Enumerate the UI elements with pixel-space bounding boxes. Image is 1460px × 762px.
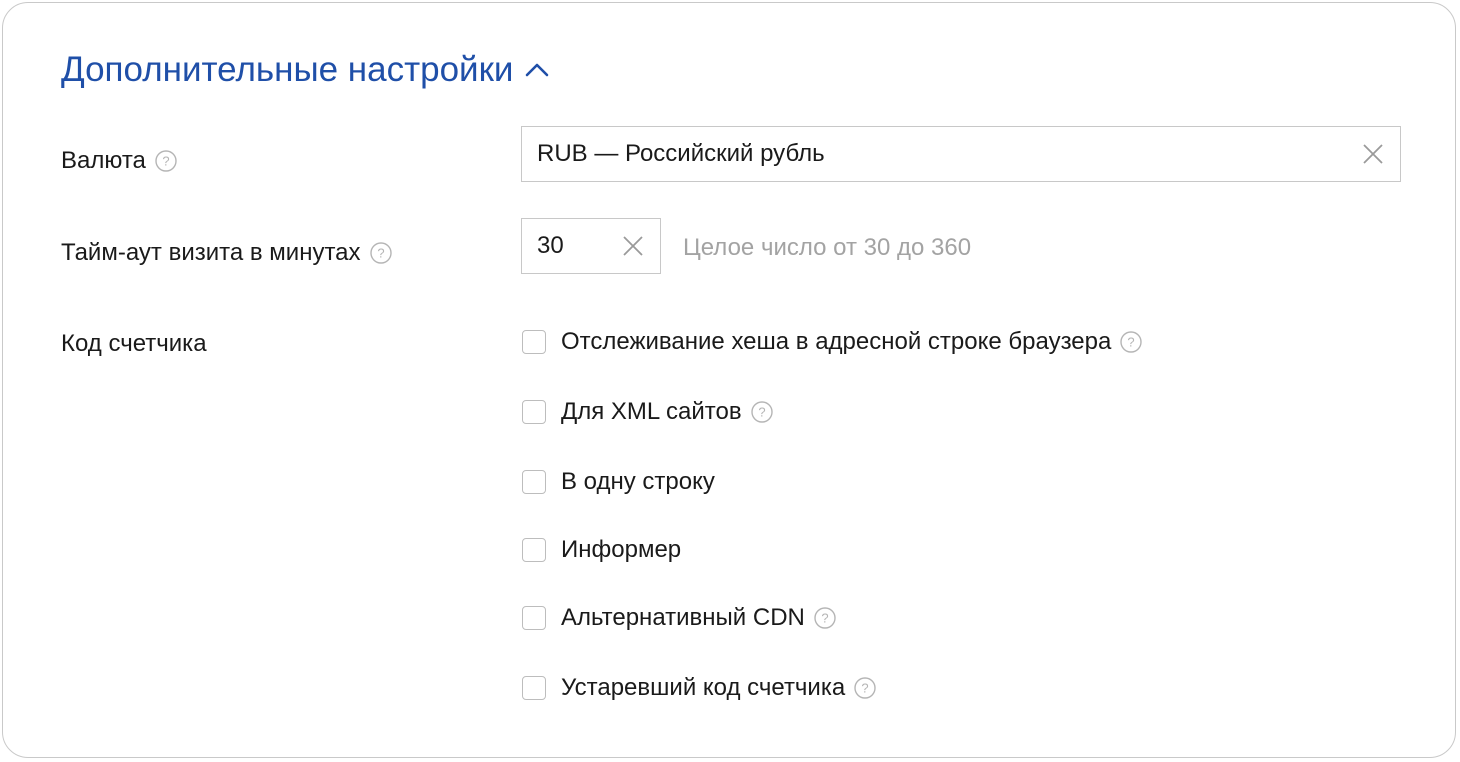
svg-text:?: ? [862,681,869,696]
svg-text:?: ? [1128,335,1135,350]
checkbox-label: Отслеживание хеша в адресной строке брау… [561,328,1112,355]
timeout-input[interactable]: 30 [521,218,661,274]
section-title: Дополнительные настройки [61,50,514,89]
checkbox-label: Для XML сайтов [561,398,742,425]
timeout-hint: Целое число от 30 до 360 [683,234,972,261]
question-circle-icon[interactable]: ? [854,677,876,699]
checkbox-box[interactable] [522,538,546,562]
question-circle-icon[interactable]: ? [155,150,177,172]
question-circle-icon[interactable]: ? [750,401,773,423]
checkbox-label: Устаревший код счетчика [561,674,846,701]
checkbox-box[interactable] [522,470,546,494]
timeout-value: 30 [537,232,564,259]
checkbox-label: Информер [561,536,682,563]
svg-text:?: ? [377,246,384,261]
chevron-up-icon [526,63,549,77]
checkbox-legacy-counter-code[interactable]: Устаревший код счетчика ? [522,673,876,703]
question-circle-icon[interactable]: ? [369,242,392,264]
question-circle-icon[interactable]: ? [814,607,836,629]
checkbox-single-line[interactable]: В одну строку [522,467,715,497]
counter-code-label: Код счетчика [61,330,207,357]
svg-text:?: ? [758,405,765,420]
checkbox-xml-sites[interactable]: Для XML сайтов ? [522,397,773,427]
currency-select[interactable]: RUB — Российский рубль [521,126,1401,182]
checkbox-alternative-cdn[interactable]: Альтернативный CDN ? [522,603,836,633]
additional-settings-panel: Дополнительные настройки Валюта ? RUB — … [2,2,1456,758]
counter-code-label-row: Код счетчика [61,329,207,359]
checkbox-label: Альтернативный CDN [561,604,805,631]
currency-label: Валюта [61,147,146,174]
timeout-label: Тайм-аут визита в минутах [61,239,361,266]
timeout-label-row: Тайм-аут визита в минутах ? [61,238,392,268]
close-icon[interactable] [622,235,644,257]
currency-value: RUB — Российский рубль [537,140,825,167]
svg-text:?: ? [162,154,169,169]
checkbox-label: В одну строку [561,468,715,495]
close-icon[interactable] [1362,143,1384,165]
section-toggle[interactable]: Дополнительные настройки [61,47,551,93]
svg-text:?: ? [821,611,828,626]
checkbox-box[interactable] [522,330,546,354]
checkbox-informer[interactable]: Информер [522,535,681,565]
question-circle-icon[interactable]: ? [1120,331,1143,353]
checkbox-box[interactable] [522,676,546,700]
checkbox-box[interactable] [522,400,546,424]
checkbox-box[interactable] [522,606,546,630]
currency-label-row: Валюта ? [61,146,177,176]
checkbox-hash-tracking[interactable]: Отслеживание хеша в адресной строке брау… [522,327,1143,357]
